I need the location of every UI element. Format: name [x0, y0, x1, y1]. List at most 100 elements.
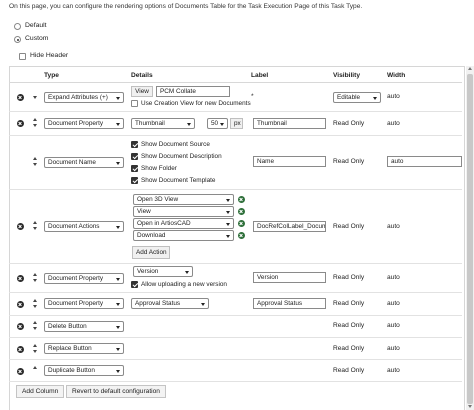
width-text: auto — [387, 322, 400, 329]
type-select[interactable]: Document Property — [44, 273, 124, 284]
remove-action-icon[interactable] — [238, 232, 245, 239]
visibility-text: Read Only — [333, 367, 365, 374]
label-input[interactable]: Version — [253, 272, 326, 283]
visibility-text: Read Only — [333, 223, 365, 230]
allow-upload-label: Allow uploading a new version — [141, 280, 227, 288]
col-header-visibility: Visibility — [333, 72, 360, 79]
col-header-width: Width — [387, 72, 406, 79]
move-down-icon[interactable] — [33, 96, 37, 99]
creation-view-checkbox[interactable] — [131, 100, 138, 107]
size-select[interactable]: 50 — [207, 118, 228, 129]
property-select[interactable]: Thumbnail — [131, 118, 195, 129]
move-down-icon[interactable] — [33, 350, 37, 353]
hide-header-checkbox[interactable] — [19, 53, 26, 60]
move-down-icon[interactable] — [33, 163, 37, 166]
move-up-icon[interactable] — [33, 118, 37, 121]
move-up-icon[interactable] — [33, 366, 37, 369]
visibility-text: Read Only — [333, 274, 365, 281]
move-up-icon[interactable] — [33, 221, 37, 224]
move-up-icon[interactable] — [33, 344, 37, 347]
type-select[interactable]: Document Actions — [44, 221, 124, 232]
unit-label: px — [230, 118, 243, 129]
custom-radio[interactable] — [14, 36, 21, 43]
add-column-button[interactable]: Add Column — [16, 385, 65, 398]
delete-row-icon[interactable] — [17, 223, 24, 230]
move-down-icon[interactable] — [33, 124, 37, 127]
delete-row-icon[interactable] — [17, 301, 24, 308]
show-source-checkbox[interactable] — [131, 141, 138, 148]
move-up-icon[interactable] — [33, 157, 37, 160]
width-text: auto — [387, 223, 400, 230]
remove-action-icon[interactable] — [238, 196, 245, 203]
show-folder-label: Show Folder — [141, 164, 177, 172]
type-select[interactable]: Document Name — [44, 157, 124, 168]
delete-row-icon[interactable] — [17, 368, 24, 375]
creation-view-label: Use Creation View for new Documents — [141, 99, 251, 107]
label-input[interactable]: Thumbnail — [253, 118, 326, 129]
row-divider — [9, 381, 462, 382]
scrollbar-thumb[interactable] — [467, 74, 473, 404]
row-divider — [9, 315, 462, 316]
property-select[interactable]: Version — [133, 266, 193, 277]
row-divider — [9, 263, 462, 264]
visibility-text: Read Only — [333, 322, 365, 329]
hide-header-label: Hide Header — [30, 52, 69, 59]
label-input[interactable]: Approval Status — [253, 298, 326, 309]
show-folder-checkbox[interactable] — [131, 165, 138, 172]
revert-default-button[interactable]: Revert to default configuration — [66, 385, 166, 398]
action-select-artioscad[interactable]: Open in ArtiosCAD — [133, 218, 234, 229]
intro-text: On this page, you can configure the rend… — [9, 3, 363, 10]
width-text: auto — [387, 367, 400, 374]
delete-row-icon[interactable] — [17, 275, 24, 282]
move-up-icon[interactable] — [33, 273, 37, 276]
view-button[interactable]: View — [131, 86, 153, 97]
move-up-icon[interactable] — [33, 321, 37, 324]
action-select-open-3d[interactable]: Open 3D View — [133, 194, 234, 205]
action-select-download[interactable]: Download — [133, 230, 234, 241]
label-input[interactable]: Name — [253, 156, 326, 167]
type-select[interactable]: Duplicate Button — [44, 365, 124, 376]
view-input[interactable]: PCM Collate — [156, 86, 230, 97]
type-select[interactable]: Replace Button — [44, 343, 124, 354]
visibility-select[interactable]: Editable — [333, 92, 381, 103]
show-description-checkbox[interactable] — [131, 153, 138, 160]
row-divider — [9, 337, 462, 338]
scroll-down-icon[interactable] — [468, 405, 472, 408]
show-description-label: Show Document Description — [141, 152, 222, 160]
move-down-icon[interactable] — [33, 227, 37, 230]
default-label: Default — [25, 22, 47, 29]
row-divider — [9, 359, 462, 360]
label-input[interactable]: DocRefColLabel_Docum — [253, 221, 326, 232]
remove-action-icon[interactable] — [238, 220, 245, 227]
delete-row-icon[interactable] — [17, 94, 24, 101]
remove-action-icon[interactable] — [238, 208, 245, 215]
type-select[interactable]: Document Property — [44, 118, 124, 129]
header-divider — [9, 82, 462, 83]
visibility-text: Read Only — [333, 345, 365, 352]
type-select[interactable]: Expand Attributes (+) — [44, 92, 124, 103]
move-up-icon[interactable] — [33, 299, 37, 302]
property-select[interactable]: Approval Status — [131, 298, 209, 309]
type-select[interactable]: Document Property — [44, 298, 124, 309]
row-label-text: * — [251, 93, 254, 100]
default-radio[interactable] — [14, 23, 21, 30]
move-down-icon[interactable] — [33, 279, 37, 282]
show-template-checkbox[interactable] — [131, 177, 138, 184]
type-select[interactable]: Delete Button — [44, 321, 124, 332]
move-down-icon[interactable] — [33, 327, 37, 330]
action-select-view[interactable]: View — [133, 206, 234, 217]
width-text: auto — [387, 345, 400, 352]
row-divider — [9, 135, 462, 136]
add-action-button[interactable]: Add Action — [132, 246, 170, 259]
col-header-type: Type — [44, 72, 59, 79]
delete-row-icon[interactable] — [17, 346, 24, 353]
row-divider — [9, 111, 462, 112]
show-template-label: Show Document Template — [141, 176, 216, 184]
allow-upload-checkbox[interactable] — [131, 281, 138, 288]
delete-row-icon[interactable] — [17, 323, 24, 330]
scroll-up-icon[interactable] — [468, 67, 472, 70]
visibility-text: Read Only — [333, 300, 365, 307]
delete-row-icon[interactable] — [17, 120, 24, 127]
move-down-icon[interactable] — [33, 305, 37, 308]
width-input[interactable]: auto — [387, 156, 462, 167]
